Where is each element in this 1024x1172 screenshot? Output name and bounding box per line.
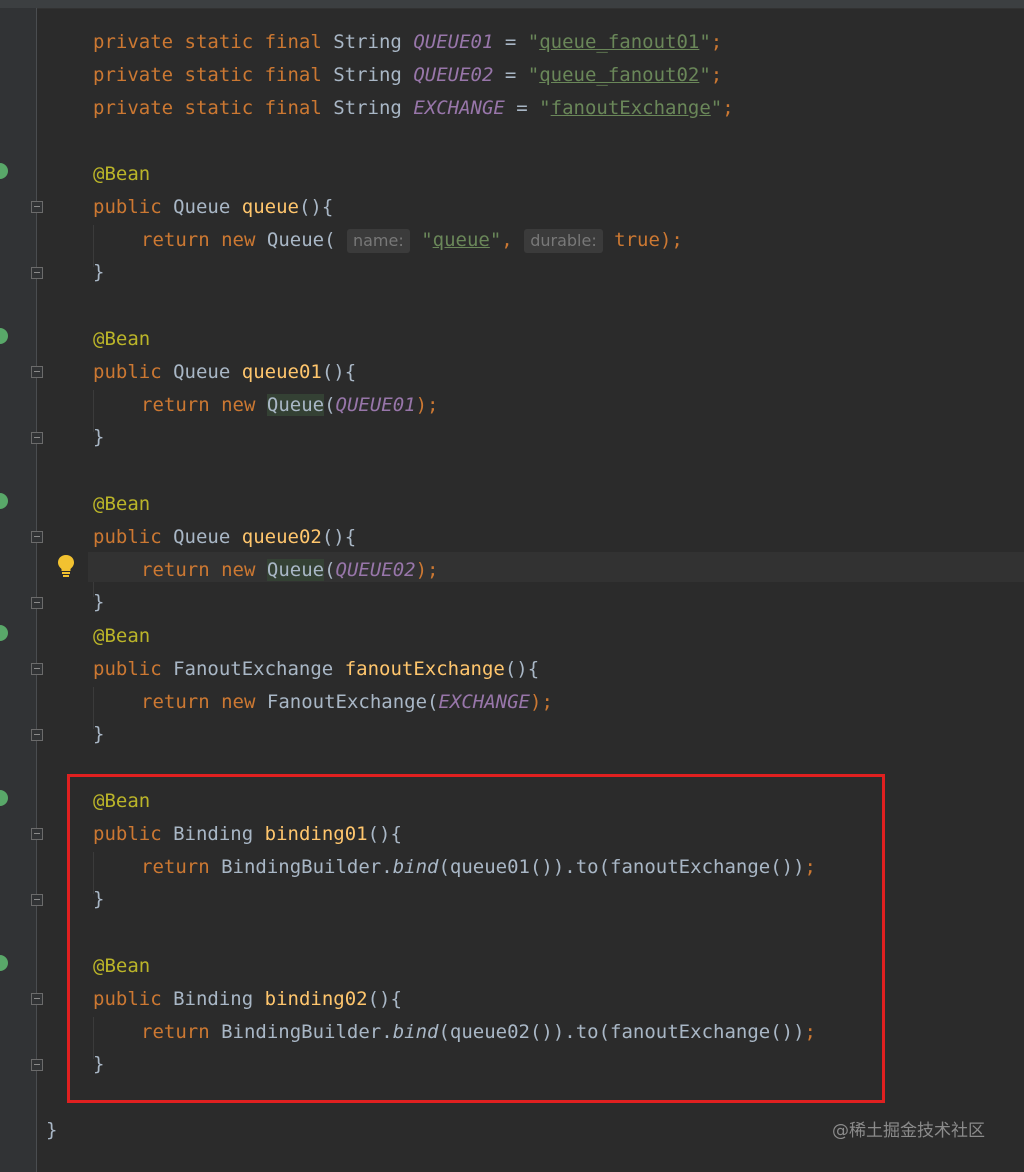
fold-icon[interactable] [31,729,43,741]
punctuation: ); [530,691,553,713]
annotation[interactable]: @Bean [93,324,150,354]
operator: = [504,97,540,119]
class-closing-brace[interactable]: } [46,1115,57,1145]
fold-icon[interactable] [31,597,43,609]
fold-icon[interactable] [31,531,43,543]
keyword: new [221,559,256,581]
constant-name: QUEUE01 [413,31,494,53]
constructor: FanoutExchange [266,691,428,713]
code-line[interactable]: private static final String EXCHANGE = "… [93,93,734,123]
type-name: Queue [173,196,231,218]
fold-icon[interactable] [31,894,43,906]
code-line[interactable]: public Queue queue(){ [93,192,333,222]
semicolon: ; [710,31,723,53]
lightbulb-icon[interactable] [56,553,76,577]
constructor: Queue [266,394,325,416]
signature: (){ [321,526,357,548]
keyword: private static final [93,31,322,53]
parameter-hint: name: [346,229,410,253]
type-name: String [333,31,402,53]
code-line[interactable]: private static final String QUEUE01 = "q… [93,27,722,57]
punctuation: ); [659,229,683,251]
annotation[interactable]: @Bean [93,621,150,651]
fold-icon[interactable] [31,201,43,213]
fold-icon[interactable] [31,828,43,840]
code-line[interactable]: return new Queue(QUEUE02); [141,555,439,585]
semicolon: ; [722,97,734,119]
boolean-literal: true [614,229,660,251]
closing-brace[interactable]: } [93,719,104,749]
punctuation: ); [415,559,439,581]
keyword: new [221,691,256,713]
string-literal: queue [432,229,490,251]
signature: (){ [504,658,540,680]
constant-name: QUEUE02 [413,64,494,86]
constructor: Queue [266,559,325,581]
string-literal: fanoutExchange [550,97,711,119]
code-line[interactable]: public Queue queue01(){ [93,357,356,387]
annotation[interactable]: @Bean [93,159,150,189]
method-name: fanoutExchange [344,658,505,680]
keyword: return [141,394,210,416]
keyword: return [141,691,210,713]
method-name: queue02 [241,526,322,548]
type-name: Queue [173,361,231,383]
keyword: new [221,394,256,416]
code-line[interactable]: return new Queue( name: "queue", durable… [141,225,683,255]
fold-icon[interactable] [31,432,43,444]
constant-name: EXCHANGE [413,97,505,119]
keyword: private static final [93,64,322,86]
fold-icon[interactable] [31,1059,43,1071]
operator: = [493,64,528,86]
punctuation: ); [415,394,439,416]
keyword: public [93,196,162,218]
signature: (){ [321,361,357,383]
code-line[interactable]: return new FanoutExchange(EXCHANGE); [141,687,553,717]
constant-name: QUEUE01 [335,394,416,416]
type-name: FanoutExchange [173,658,334,680]
fold-icon[interactable] [31,993,43,1005]
type-name: String [333,97,402,119]
editor-top-bar [0,0,1024,9]
closing-brace[interactable]: } [93,422,104,452]
code-line[interactable]: public FanoutExchange fanoutExchange(){ [93,654,539,684]
semicolon: ; [710,64,723,86]
fold-icon[interactable] [31,663,43,675]
highlight-box [67,774,885,1103]
string-literal: queue_fanout01 [539,31,700,53]
code-line[interactable]: private static final String QUEUE02 = "q… [93,60,722,90]
keyword: private static final [93,97,322,119]
constructor: Queue [266,229,325,251]
keyword: public [93,361,162,383]
method-name: queue [241,196,299,218]
quote: " [527,31,540,53]
quote: " [699,31,711,53]
keyword: return [141,229,210,251]
watermark: @稀土掘金技术社区 [832,1121,985,1141]
closing-brace[interactable]: } [93,257,104,287]
annotation[interactable]: @Bean [93,489,150,519]
keyword: public [93,526,162,548]
type-name: Queue [173,526,231,548]
code-line[interactable]: return new Queue(QUEUE01); [141,390,439,420]
closing-brace[interactable]: } [93,587,104,617]
keyword: new [221,229,256,251]
operator: = [493,31,528,53]
fold-icon[interactable] [31,366,43,378]
code-line[interactable]: public Queue queue02(){ [93,522,356,552]
quote: " [699,64,711,86]
parameter-hint: durable: [524,229,603,253]
quote: " [539,97,551,119]
keyword: return [141,559,210,581]
type-name: String [333,64,402,86]
fold-icon[interactable] [31,267,43,279]
quote: " [527,64,540,86]
quote: " [710,97,723,119]
string-literal: queue_fanout02 [539,64,700,86]
constant-name: QUEUE02 [335,559,416,581]
signature: (){ [298,196,334,218]
keyword: public [93,658,162,680]
constant-name: EXCHANGE [438,691,530,713]
method-name: queue01 [241,361,322,383]
